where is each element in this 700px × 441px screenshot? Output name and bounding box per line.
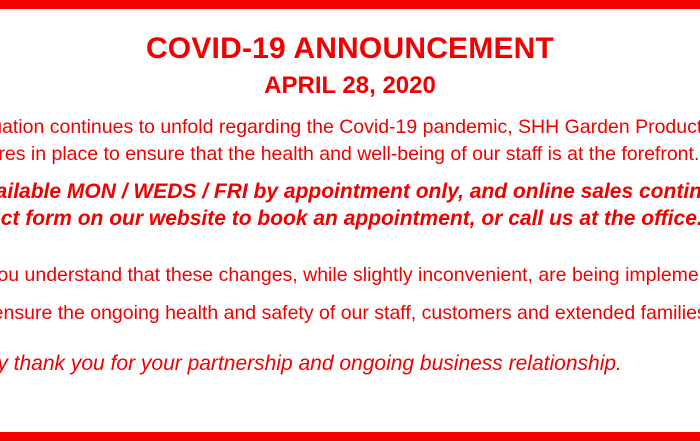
announcement-title: COVID-19 ANNOUNCEMENT	[145, 32, 555, 65]
intro-line-2: has measures in place to ensure that the…	[0, 143, 700, 165]
availability-line-1: We are available MON / WEDS / FRI by app…	[0, 180, 700, 203]
intro-line-1: As the situation continues to unfold reg…	[0, 116, 700, 138]
announcement-date: APRIL 28, 2020	[264, 72, 436, 99]
closing-line-2: to ensure the ongoing health and safety …	[0, 302, 700, 324]
availability-line-2: Use the contact form on our website to b…	[0, 207, 700, 230]
closing-line-1: We trust you understand that these chang…	[0, 264, 700, 286]
announcement-banner: COVID-19 ANNOUNCEMENT APRIL 28, 2020 As …	[0, 0, 700, 441]
thank-you-line: We sincerely thank you for your partners…	[0, 352, 622, 375]
top-accent-bar	[0, 0, 700, 9]
bottom-accent-bar	[0, 432, 700, 441]
